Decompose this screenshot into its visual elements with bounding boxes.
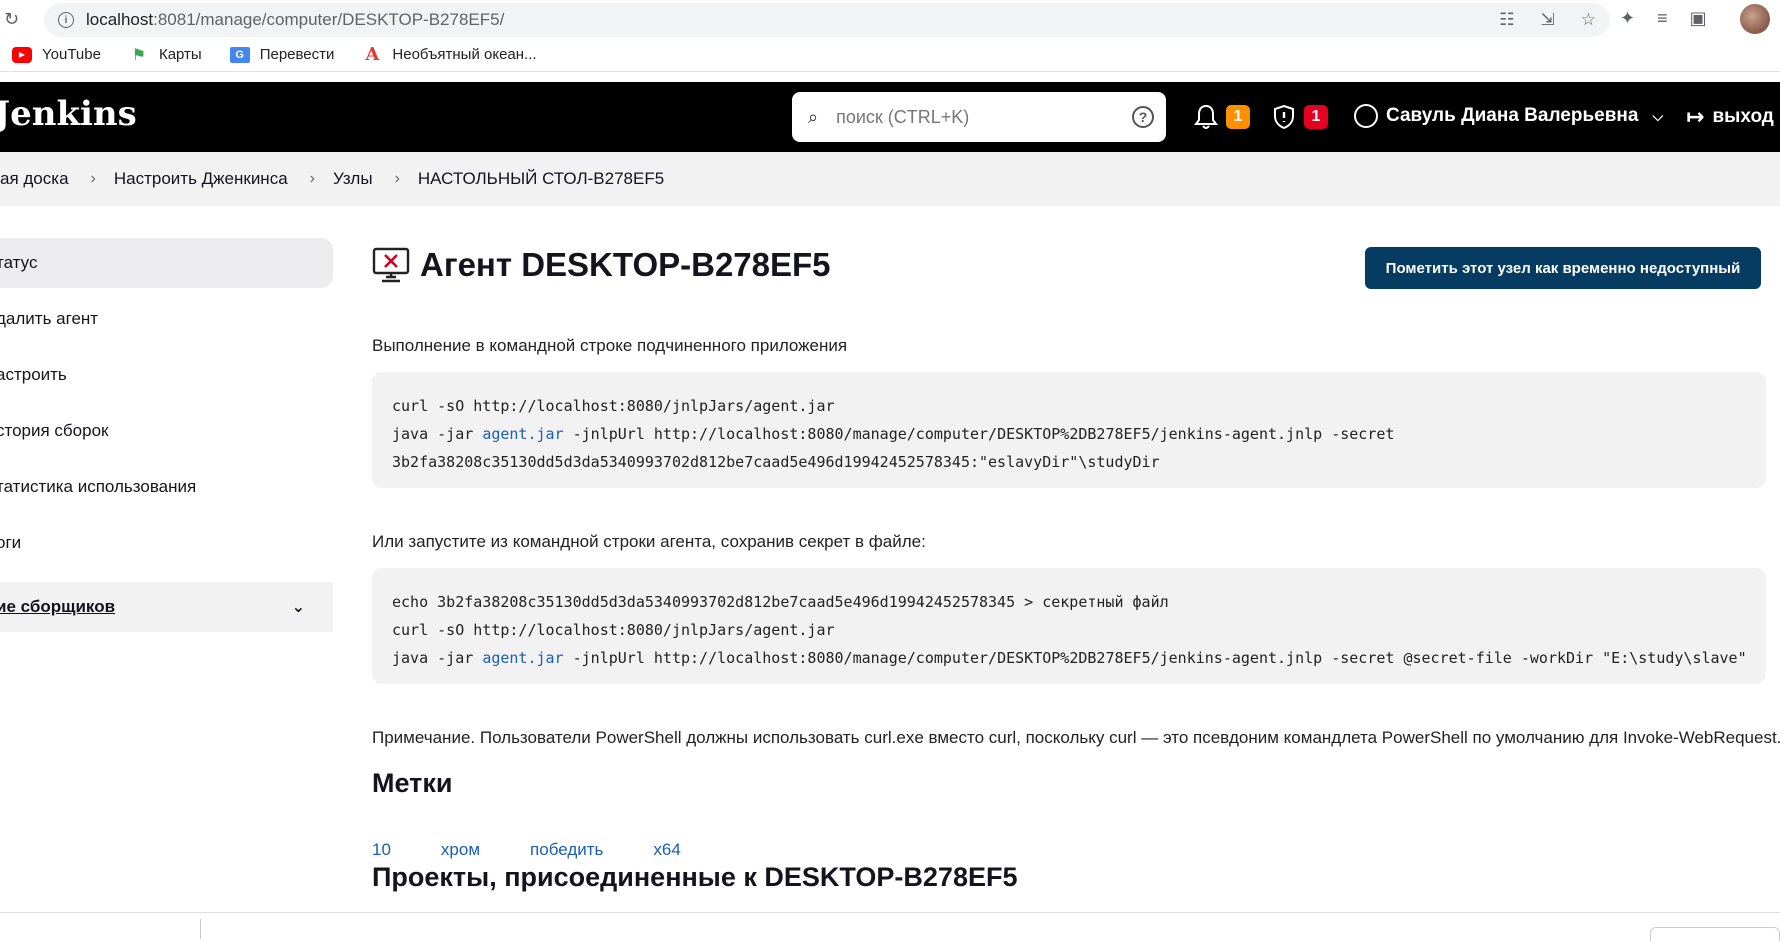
url-path: :8081/manage/computer/DESKTOP-B278EF5/ <box>153 10 505 29</box>
code-line: java -jar <box>392 649 483 667</box>
security-button[interactable]: 1 <box>1272 104 1328 130</box>
sidebar-item-label: татистика использования <box>0 477 197 496</box>
logout-icon: ↦ <box>1686 104 1705 129</box>
sidebar-item-status[interactable]: татус <box>0 238 333 288</box>
breadcrumb-nodes[interactable]: Узлы <box>333 169 373 189</box>
translate-page-icon[interactable]: ☷ <box>1499 10 1514 30</box>
user-name: Савуль Диана Валерьевна <box>1386 105 1639 126</box>
code-line: echo 3b2fa38208c35130dd5d3da5340993702d8… <box>392 593 1169 611</box>
bottom-strip <box>0 912 1780 941</box>
share-icon[interactable]: ⇲ <box>1541 10 1555 30</box>
divider <box>1650 927 1780 941</box>
breadcrumb: ая доска › Настроить Дженкинса › Узлы › … <box>0 152 1780 206</box>
breadcrumb-current-node[interactable]: НАСТОЛЬНЫЙ СТОЛ-B278EF5 <box>418 169 664 189</box>
browser-toolbar: ↻ i localhost:8081/manage/computer/DESKT… <box>0 0 1780 38</box>
sidebar: татус далить агент астроить стория сборо… <box>0 238 333 632</box>
jenkins-header: Jenkins ⌕ ? 1 1 Савуль Диана Валерьевна … <box>0 82 1780 152</box>
address-bar[interactable]: i localhost:8081/manage/computer/DESKTOP… <box>44 3 1610 37</box>
or-run-label: Или запустите из командной строки агента… <box>372 532 926 551</box>
sidebar-item-logs[interactable]: оги <box>0 518 333 568</box>
agent-jar-link[interactable]: agent.jar <box>482 649 563 667</box>
shield-icon <box>1274 104 1294 130</box>
powershell-note: Примечание. Пользователи PowerShell долж… <box>372 728 1780 747</box>
mark-offline-button[interactable]: Пометить этот узел как временно недоступ… <box>1365 247 1761 289</box>
logout-link[interactable]: ↦ выход <box>1686 104 1774 130</box>
title-row: Агент DESKTOP-B278EF5 <box>372 246 831 284</box>
bookmark-youtube[interactable]: ▶ YouTube <box>12 46 101 63</box>
user-menu[interactable]: Савуль Диана Валерьевна ⌵ <box>1354 104 1663 128</box>
label-link[interactable]: 10 <box>372 840 391 860</box>
secret-file-command-block: echo 3b2fa38208c35130dd5d3da5340993702d8… <box>372 568 1766 684</box>
divider <box>200 919 201 939</box>
bookmark-translate[interactable]: G Перевести <box>229 46 335 63</box>
sidebar-item-delete-agent[interactable]: далить агент <box>0 294 333 344</box>
computer-offline-icon <box>372 247 410 283</box>
bookmark-label: Карты <box>158 46 202 63</box>
code-line: curl -sO http://localhost:8080/jnlpJars/… <box>392 397 835 415</box>
chevron-right-icon: › <box>90 170 96 187</box>
breadcrumb-manage-jenkins[interactable]: Настроить Дженкинса <box>114 169 288 189</box>
sidebar-item-label: оги <box>0 533 22 552</box>
youtube-icon: ▶ <box>12 46 32 63</box>
sidebar-item-label: астроить <box>0 365 67 384</box>
code-line: curl -sO http://localhost:8080/jnlpJars/… <box>392 621 835 639</box>
help-icon[interactable]: ? <box>1132 106 1154 128</box>
agent-jar-link[interactable]: agent.jar <box>482 425 563 443</box>
jenkins-logo[interactable]: Jenkins <box>0 94 137 134</box>
logout-label: выход <box>1712 106 1774 127</box>
url-text[interactable]: localhost:8081/manage/computer/DESKTOP-B… <box>86 10 504 30</box>
bookmark-label: YouTube <box>42 46 101 63</box>
labels-heading: Метки <box>372 768 453 798</box>
profile-avatar[interactable] <box>1740 4 1770 34</box>
a-logo-icon: A <box>365 44 380 65</box>
projects-heading: Проекты, присоединенные к DESKTOP-B278EF… <box>372 862 1018 892</box>
extensions-icon[interactable]: ✦ <box>1620 8 1635 29</box>
labels-list: 10 хром победить x64 <box>372 840 731 860</box>
code-line: java -jar <box>392 425 483 443</box>
build-executor-status-toggle[interactable]: ие сборщиков ⌄ <box>0 582 333 632</box>
bell-icon <box>1194 104 1218 129</box>
sidebar-item-load-statistics[interactable]: татистика использования <box>0 462 333 512</box>
chevron-right-icon: › <box>309 170 315 187</box>
sidebar-item-build-history[interactable]: стория сборок <box>0 406 333 456</box>
chevron-down-icon: ⌄ <box>291 599 305 616</box>
sidebar-item-label: татус <box>0 253 38 272</box>
bookmark-ocean[interactable]: A Необъятный океан... <box>362 44 537 65</box>
reload-icon[interactable]: ↻ <box>4 9 24 29</box>
label-link[interactable]: x64 <box>653 840 680 860</box>
security-badge: 1 <box>1304 105 1328 129</box>
agent-command-block: curl -sO http://localhost:8080/jnlpJars/… <box>372 372 1766 488</box>
bookmark-maps[interactable]: ⚑ Карты <box>129 46 202 64</box>
bookmark-star-icon[interactable]: ☆ <box>1581 10 1596 30</box>
reading-list-icon[interactable]: ≡ <box>1657 8 1668 29</box>
user-icon <box>1354 104 1378 128</box>
label-link[interactable]: хром <box>441 840 480 860</box>
search-input[interactable] <box>836 106 1107 128</box>
search-icon: ⌕ <box>808 106 819 127</box>
section-label: ие сборщиков <box>0 597 116 616</box>
notifications-button[interactable]: 1 <box>1194 104 1250 130</box>
breadcrumb-dashboard[interactable]: ая доска <box>0 169 69 189</box>
notifications-badge: 1 <box>1226 105 1250 129</box>
label-link[interactable]: победить <box>530 840 603 860</box>
code-line: 3b2fa38208c35130dd5d3da5340993702d812be7… <box>392 453 1160 471</box>
url-host: localhost <box>86 10 154 29</box>
sidebar-item-label: далить агент <box>0 309 99 328</box>
maps-icon: ⚑ <box>131 46 147 64</box>
search-box[interactable]: ⌕ ? <box>792 92 1166 142</box>
sidebar-item-label: стория сборок <box>0 421 109 440</box>
run-cmd-label: Выполнение в командной строке подчиненно… <box>372 336 848 355</box>
chevron-right-icon: › <box>394 170 400 187</box>
bookmark-label: Необъятный океан... <box>392 46 537 63</box>
side-panel-icon[interactable]: ▣ <box>1690 8 1707 29</box>
translate-icon: G <box>229 46 250 63</box>
site-info-icon[interactable]: i <box>58 12 74 28</box>
bookmarks-bar: ▶ YouTube ⚑ Карты G Перевести A Необъятный о… <box>0 38 1780 72</box>
code-line: -jnlpUrl http://localhost:8080/manage/co… <box>563 425 1395 443</box>
page-title: Агент DESKTOP-B278EF5 <box>420 246 831 283</box>
sidebar-item-configure[interactable]: астроить <box>0 350 333 400</box>
bookmark-label: Перевести <box>259 46 335 63</box>
chevron-down-icon: ⌵ <box>1652 107 1664 124</box>
code-line: -jnlpUrl http://localhost:8080/manage/co… <box>563 649 1747 667</box>
